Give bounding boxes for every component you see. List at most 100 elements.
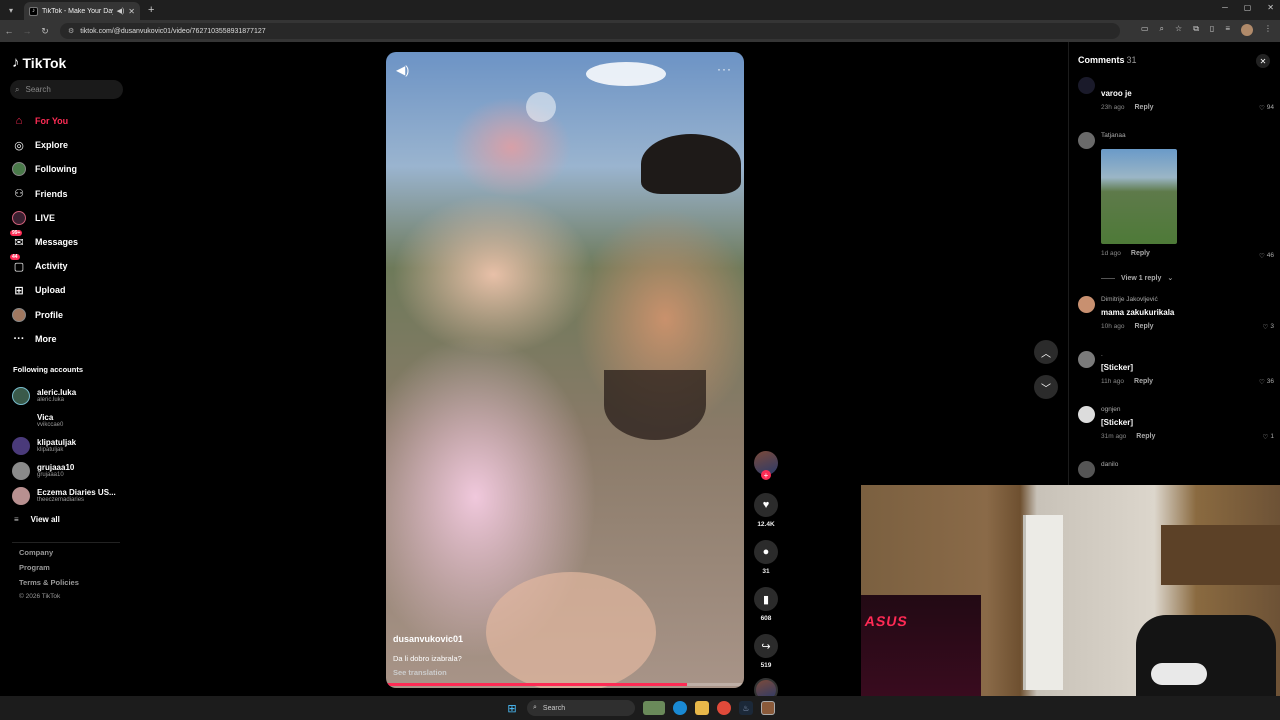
- tab-search-icon[interactable]: ▾: [4, 3, 18, 17]
- close-comments-button[interactable]: ✕: [1256, 54, 1270, 68]
- comment-user[interactable]: .: [1101, 351, 1274, 361]
- taskbar-search[interactable]: ⌕ Search: [527, 700, 635, 716]
- nav-item-more[interactable]: ··· More: [12, 327, 78, 351]
- forward-icon[interactable]: →: [18, 26, 36, 36]
- tab-audio-icon[interactable]: ◀): [117, 7, 125, 15]
- nav-item-friends[interactable]: ⚇ Friends: [12, 182, 78, 206]
- video-player[interactable]: ◀) ··· dusanvukovic01 Da li dobro izabra…: [386, 52, 744, 688]
- account-item[interactable]: klipatuljak klipatuljak: [12, 433, 116, 458]
- nav-item-activity[interactable]: ▢ 44 Activity: [10, 254, 78, 278]
- media-icon[interactable]: ≡: [1225, 24, 1230, 36]
- avatar[interactable]: [1078, 296, 1095, 313]
- video-progress-bar[interactable]: [386, 683, 744, 686]
- view-all-button[interactable]: ≡ View all: [12, 510, 116, 528]
- nav-item-live[interactable]: LIVE: [12, 206, 78, 230]
- like-button[interactable]: ♥: [754, 493, 778, 517]
- reply-button[interactable]: Reply: [1135, 323, 1154, 330]
- minimize-icon[interactable]: ─: [1222, 3, 1228, 12]
- nav-item-profile[interactable]: Profile: [12, 303, 78, 327]
- account-name: Vica: [37, 413, 54, 422]
- search-input[interactable]: ⌕ Search: [10, 80, 123, 99]
- view-replies-button[interactable]: View 1 reply ⌄: [1101, 274, 1274, 282]
- next-video-button[interactable]: ﹀: [1034, 375, 1058, 399]
- save-button[interactable]: ▮: [754, 587, 778, 611]
- reply-button[interactable]: Reply: [1136, 433, 1155, 440]
- comment-like-button[interactable]: ♡ 3: [1263, 323, 1274, 331]
- nav-item-messages[interactable]: ✉ 99+ Messages: [10, 230, 78, 254]
- footer-link-company[interactable]: Company: [19, 548, 79, 563]
- chrome-icon[interactable]: [717, 701, 731, 715]
- nav-item-for-you[interactable]: ⌂ For You: [12, 109, 78, 133]
- sidebar-icon[interactable]: ▯: [1210, 24, 1214, 36]
- previous-video-button[interactable]: ︿: [1034, 340, 1058, 364]
- activity-badge: 44: [10, 254, 20, 261]
- reply-button[interactable]: Reply: [1131, 250, 1150, 257]
- account-item[interactable]: grujaaa10 grujaaa10: [12, 458, 116, 483]
- site-info-icon[interactable]: ⚙: [68, 27, 74, 35]
- account-item[interactable]: Eczema Diaries US... theeczemadiaries: [12, 483, 116, 508]
- close-window-icon[interactable]: ✕: [1267, 3, 1274, 12]
- avatar[interactable]: [1078, 77, 1095, 94]
- back-icon[interactable]: ←: [0, 26, 18, 36]
- comment-user[interactable]: danilo: [1101, 461, 1274, 471]
- url-field[interactable]: ⚙ tiktok.com/@dusanvukovic01/video/76271…: [60, 23, 1120, 39]
- comment-like-button[interactable]: ♡ 1: [1263, 433, 1274, 441]
- see-translation-link[interactable]: See translation: [393, 668, 447, 677]
- comment-user[interactable]: Dimitrije Jakovljević: [1101, 296, 1274, 306]
- messages-badge: 99+: [10, 230, 23, 237]
- video-caption: Da li dobro izabrala?: [393, 654, 462, 663]
- creator-avatar[interactable]: +: [754, 451, 778, 480]
- account-item[interactable]: Vica vvikccae0: [12, 408, 116, 433]
- comment-like-button[interactable]: ♡ 46: [1259, 252, 1274, 260]
- webcam-door: [1023, 515, 1063, 690]
- avatar[interactable]: [1078, 351, 1095, 368]
- video-more-icon[interactable]: ···: [717, 62, 732, 76]
- avatar: [12, 436, 30, 455]
- windows-start-icon[interactable]: ⊞: [505, 701, 519, 715]
- tiktok-logo[interactable]: ♪ TikTok: [12, 54, 66, 71]
- search-placeholder: Search: [25, 85, 51, 94]
- extensions-icon[interactable]: ⧉: [1193, 24, 1199, 36]
- nav-item-following[interactable]: Following: [12, 157, 78, 181]
- steam-icon[interactable]: ♨: [739, 701, 753, 715]
- reload-icon[interactable]: ↻: [36, 26, 54, 37]
- share-button[interactable]: ↪: [754, 634, 778, 658]
- volume-icon[interactable]: ◀): [396, 63, 409, 77]
- comment-item: Tatjanaa 1d ago Reply ♡ 46: [1078, 132, 1274, 274]
- maximize-icon[interactable]: ▢: [1244, 3, 1252, 12]
- cast-icon[interactable]: ▭: [1141, 24, 1149, 36]
- heart-outline-icon: ♡: [1262, 324, 1269, 331]
- avatar[interactable]: [1078, 461, 1095, 478]
- footer-link-terms[interactable]: Terms & Policies: [19, 578, 79, 593]
- edge-icon[interactable]: [673, 701, 687, 715]
- comment-user[interactable]: ognjen: [1101, 406, 1274, 416]
- comment-button[interactable]: ●: [754, 540, 778, 564]
- comment-image[interactable]: [1101, 149, 1177, 244]
- browser-menu-icon[interactable]: ⋮: [1264, 24, 1272, 36]
- new-tab-button[interactable]: +: [148, 4, 154, 16]
- bookmark-star-icon[interactable]: ☆: [1175, 24, 1182, 36]
- footer-link-program[interactable]: Program: [19, 563, 79, 578]
- tab-close-icon[interactable]: ✕: [128, 7, 135, 16]
- comment-user[interactable]: [1101, 77, 1274, 87]
- app-icon[interactable]: [761, 701, 775, 715]
- avatar[interactable]: [1078, 406, 1095, 423]
- profile-avatar[interactable]: [1241, 24, 1253, 36]
- comment-like-button[interactable]: ♡ 36: [1259, 378, 1274, 386]
- widgets-icon[interactable]: [643, 701, 665, 715]
- video-author[interactable]: dusanvukovic01: [393, 634, 463, 644]
- zoom-icon[interactable]: ⌕: [1160, 24, 1164, 36]
- avatar[interactable]: [1078, 132, 1095, 149]
- reply-button[interactable]: Reply: [1134, 378, 1153, 385]
- nav-item-upload[interactable]: ⊞ Upload: [12, 278, 78, 302]
- browser-tab[interactable]: ♪ TikTok - Make Your Day ◀) ✕: [24, 2, 140, 20]
- nav-item-explore[interactable]: ◎ Explore: [12, 133, 78, 157]
- reply-button[interactable]: Reply: [1135, 104, 1154, 111]
- more-icon: ···: [13, 332, 25, 345]
- video-beard: [604, 370, 706, 440]
- follow-plus-icon[interactable]: +: [761, 470, 771, 480]
- comment-user[interactable]: Tatjanaa: [1101, 132, 1274, 142]
- file-explorer-icon[interactable]: [695, 701, 709, 715]
- comment-like-button[interactable]: ♡ 94: [1259, 104, 1274, 112]
- account-item[interactable]: aleric.luka aleric.luka: [12, 383, 116, 408]
